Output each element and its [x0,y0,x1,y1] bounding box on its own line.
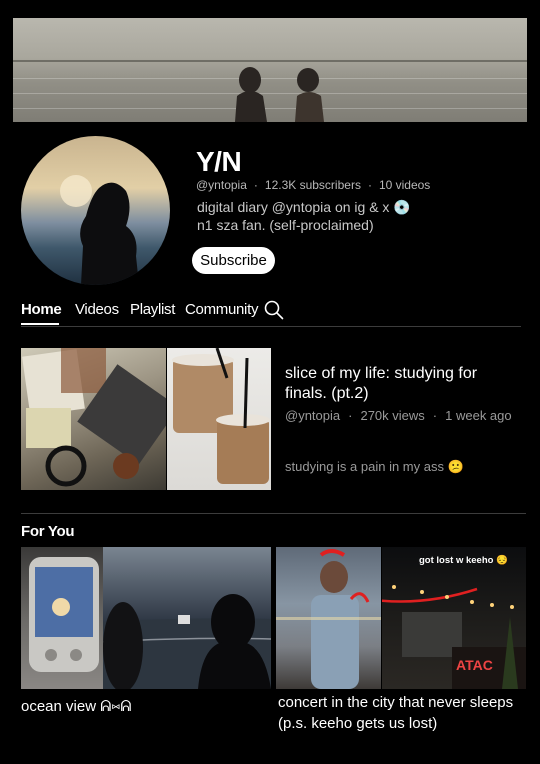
video-title-ocean-view[interactable]: ocean view ᕱ⑅ᕱ [21,698,131,715]
featured-video-thumbnail[interactable] [21,348,271,490]
section-divider [21,513,526,514]
featured-video-title[interactable]: slice of my life: studying for finals. (… [285,364,515,404]
channel-meta: @yntopia · 12.3K subscribers · 10 videos [196,178,431,192]
video-count: 10 videos [378,178,431,192]
subscribe-button[interactable]: Subscribe [192,247,275,274]
tab-home[interactable]: Home [21,301,62,318]
tab-videos[interactable]: Videos [75,301,119,318]
video-title-concert[interactable]: concert in the city that never sleeps (p… [278,692,528,734]
channel-bio-line-1: digital diary @yntopia on ig & x 💿 [197,199,411,215]
channel-name: Y/N [196,146,242,177]
video-thumbnail-caption: got lost w keeho 😔 [419,555,508,566]
tab-playlist[interactable]: Playlist [130,301,175,318]
for-you-heading: For You [21,523,75,540]
search-icon[interactable] [264,300,284,325]
active-tab-indicator [21,323,59,325]
channel-handle: @yntopia [196,178,247,192]
featured-video-description: studying is a pain in my ass 😕 [285,459,464,474]
channel-banner [13,18,527,122]
featured-video-views: 270k views [360,408,425,423]
featured-video-age: 1 week ago [445,408,512,423]
channel-avatar[interactable] [21,136,170,285]
tab-community[interactable]: Community [185,301,258,318]
video-thumbnail-ocean-view[interactable] [21,547,271,689]
featured-video-meta: @yntopia · 270k views · 1 week ago [285,408,512,423]
channel-bio-line-2: n1 sza fan. (self-proclaimed) [197,217,374,233]
subscriber-count: 12.3K subscribers [264,178,361,192]
featured-video-channel: @yntopia [285,408,341,423]
svg-text:ATAC: ATAC [456,657,493,673]
tab-divider [21,326,521,327]
video-thumbnail-concert[interactable]: ATAC got lost w keeho 😔 [276,547,526,689]
